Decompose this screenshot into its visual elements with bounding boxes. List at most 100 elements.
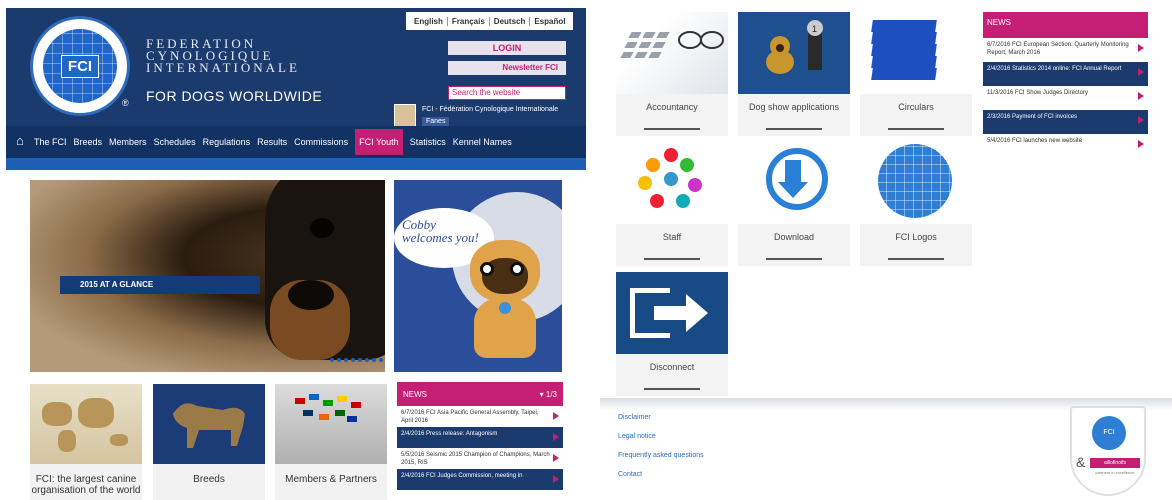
main-nav: ⌂ The FCI Breeds Members Schedules Regul… — [6, 126, 586, 158]
app-disconnect[interactable]: Disconnect — [616, 272, 728, 396]
news-date: 2/3/2016 — [987, 114, 1011, 120]
badge-ampersand: & — [1076, 454, 1086, 470]
tile-caption: Members & Partners — [285, 474, 377, 485]
slider-dots[interactable] — [330, 358, 385, 362]
news-item[interactable]: 6/7/2016 FCI Asia Pacific General Assemb… — [397, 406, 563, 427]
fci-logo[interactable]: FCI — [30, 16, 130, 116]
logo-text: FCI — [60, 54, 100, 78]
facebook-fans-button[interactable]: Fanes — [422, 117, 450, 126]
dog-silhouette-icon — [153, 384, 265, 464]
chevron-right-icon — [553, 433, 559, 441]
lang-deutsch[interactable]: Deutsch — [490, 16, 531, 26]
news-text: FCI Show Judges Directory — [1014, 90, 1088, 96]
news-item[interactable]: 2/4/2016 Statistics 2014 online: FCI Ann… — [983, 62, 1148, 86]
hero-label[interactable]: 2015 AT A GLANCE — [60, 276, 260, 294]
news-item[interactable]: 6/7/2016 FCI European Section: Quarterly… — [983, 38, 1148, 62]
tile-fci-world[interactable]: FCI: the largest canine organisation of … — [30, 384, 142, 500]
chevron-right-icon — [1138, 116, 1144, 124]
footer-link-disclaimer[interactable]: Disclaimer — [618, 408, 704, 427]
flags-hand-icon — [275, 384, 387, 464]
news-text: Statistics 2014 online: FCI Annual Repor… — [1012, 66, 1122, 72]
chevron-right-icon — [553, 454, 559, 462]
news-item[interactable]: 11/3/2016 FCI Show Judges Directory — [983, 86, 1148, 110]
home-icon[interactable]: ⌂ — [16, 134, 30, 148]
cobby-banner[interactable]: Cobby welcomes you! — [394, 180, 562, 372]
logout-icon — [616, 272, 728, 354]
news-item[interactable]: 2/4/2016 Press release: Antagonism — [397, 427, 563, 448]
nav-item-fci-youth[interactable]: FCI Youth — [355, 129, 403, 155]
nav-item-commissions[interactable]: Commissions — [294, 137, 348, 147]
chevron-right-icon — [1138, 44, 1144, 52]
fci-globe-icon — [860, 142, 972, 224]
news-header: NEWS — [983, 12, 1148, 38]
news-page: 1/3 — [545, 389, 557, 399]
fci-globe-icon: FCI — [43, 29, 117, 103]
badge-pill: aillofinoifs — [1090, 458, 1140, 468]
lang-english[interactable]: English — [410, 16, 448, 26]
news-item[interactable]: 5/4/2016 FCI launches new website — [983, 134, 1148, 158]
facebook-thumbnail — [394, 104, 416, 128]
login-button[interactable]: LOGIN — [448, 41, 566, 55]
tile-breeds[interactable]: Breeds — [153, 384, 265, 500]
chevron-right-icon — [1138, 68, 1144, 76]
nav-item-breeds[interactable]: Breeds — [74, 137, 103, 147]
badge-logo: FCI — [1092, 416, 1126, 450]
app-accountancy[interactable]: Accountancy — [616, 12, 728, 136]
search-input[interactable]: Search the website — [448, 86, 566, 100]
calculator-icon — [616, 12, 728, 94]
app-staff[interactable]: Staff — [616, 142, 728, 266]
app-label: Circulars — [898, 102, 934, 112]
footer-link-contact[interactable]: Contact — [618, 465, 704, 484]
nav-item-members[interactable]: Members — [109, 137, 147, 147]
lang-francais[interactable]: Français — [448, 16, 490, 26]
footer-link-legal-notice[interactable]: Legal notice — [618, 427, 704, 446]
newsletter-button[interactable]: Newsletter FCI — [448, 61, 566, 75]
facebook-widget[interactable]: FCI - Fédération Cynologique Internation… — [394, 104, 566, 128]
hero-slider[interactable]: 2015 AT A GLANCE — [30, 180, 385, 372]
nav-item-schedules[interactable]: Schedules — [154, 137, 196, 147]
app-label: Dog show applications — [748, 102, 840, 112]
people-network-icon — [616, 142, 728, 224]
nav-item-results[interactable]: Results — [257, 137, 287, 147]
lang-espanol[interactable]: Español — [530, 17, 569, 26]
news-text: FCI Judges Commission, meeting in — [426, 473, 523, 479]
news-date: 11/3/2016 — [987, 90, 1014, 96]
news-text: FCI launches new website — [1012, 138, 1083, 144]
tile-members-partners[interactable]: Members & Partners — [275, 384, 387, 500]
news-pager[interactable]: ▾ 1/3 — [540, 390, 557, 399]
nav-subbar — [6, 158, 586, 170]
nav-item-statistics[interactable]: Statistics — [410, 137, 446, 147]
app-label: Disconnect — [649, 362, 695, 372]
news-item[interactable]: 5/5/2016 Seismic 2015 Champion of Champi… — [397, 448, 563, 469]
app-label: Staff — [662, 232, 682, 242]
tile-caption: FCI: the largest canine organisation of … — [31, 474, 141, 496]
news-date: 5/4/2016 — [987, 138, 1011, 144]
partner-badge[interactable]: FCI & aillofinoifs partners in excellenc… — [1070, 406, 1146, 496]
fci-homepage-panel: FCI ® FEDERATION CYNOLOGIQUE INTERNATION… — [0, 0, 592, 500]
tile-caption: Breeds — [193, 474, 225, 485]
app-download[interactable]: Download — [738, 142, 850, 266]
news-item[interactable]: 2/3/2016 Payment of FCI invoices — [983, 110, 1148, 134]
news-item[interactable]: 2/4/2016 FCI Judges Commission, meeting … — [397, 469, 563, 490]
app-circulars[interactable]: Circulars — [860, 12, 972, 136]
pug-mascot-icon — [464, 240, 544, 360]
download-icon — [738, 142, 850, 224]
site-header: FCI ® FEDERATION CYNOLOGIQUE INTERNATION… — [6, 8, 586, 170]
nav-item-the-fci[interactable]: The FCI — [34, 137, 67, 147]
news-date: 6/7/2016 — [401, 410, 425, 416]
news-date: 2/4/2016 — [987, 66, 1011, 72]
nav-item-kennel-names[interactable]: Kennel Names — [453, 137, 512, 147]
app-label: Download — [773, 232, 815, 242]
nav-item-regulations[interactable]: Regulations — [203, 137, 251, 147]
news-date: 2/4/2016 — [401, 473, 425, 479]
news-text: Press release: Antagonism — [426, 431, 498, 437]
footer-link-faq[interactable]: Frequently asked questions — [618, 446, 704, 465]
federation-name: FEDERATION CYNOLOGIQUE INTERNATIONALE — [146, 37, 300, 75]
chevron-right-icon — [1138, 92, 1144, 100]
name-line-3: INTERNATIONALE — [146, 60, 300, 75]
news-date: 5/5/2016 — [401, 452, 425, 458]
app-dog-show-applications[interactable]: 1 Dog show applications — [738, 12, 850, 136]
app-fci-logos[interactable]: FCI Logos — [860, 142, 972, 266]
language-switcher: English Français Deutsch Español — [406, 12, 574, 30]
chevron-right-icon — [1138, 140, 1144, 148]
